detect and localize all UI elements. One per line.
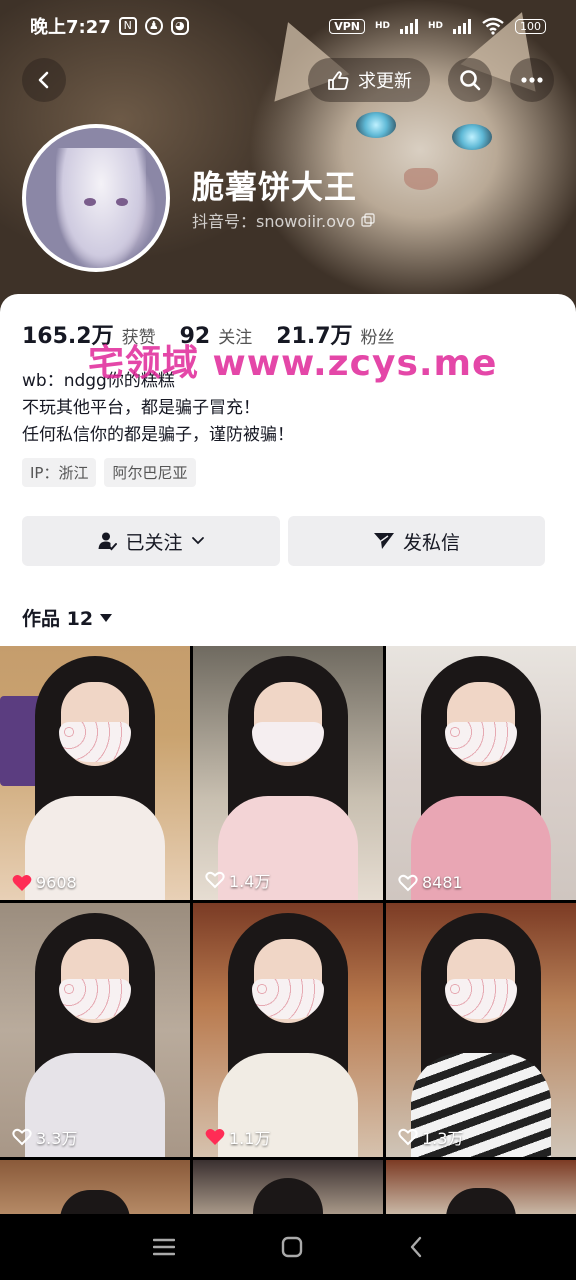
status-time: 晚上7:27: [30, 17, 111, 38]
thumbnail-person: [411, 656, 551, 900]
video-thumbnail[interactable]: 9608: [0, 646, 190, 900]
top-nav: 求更新: [0, 56, 576, 104]
copy-icon[interactable]: [361, 213, 375, 227]
heart-filled-icon: [205, 1129, 225, 1145]
heart-outline-icon: [205, 871, 225, 889]
video-thumbnail[interactable]: 8481: [386, 646, 576, 900]
hd-label: HD: [427, 21, 443, 31]
video-likes-count: 1.4万: [229, 872, 271, 891]
pig-app-icon: ◕: [170, 17, 189, 35]
search-icon: [460, 70, 481, 91]
video-thumbnail[interactable]: [193, 1160, 383, 1214]
wifi-icon: [482, 17, 504, 35]
user-check-icon: [98, 532, 118, 551]
send-message-button[interactable]: 发私信: [288, 516, 545, 566]
followed-button[interactable]: 已关注: [22, 516, 280, 566]
works-tab-label: 作品 12: [22, 608, 94, 630]
cover-cat-eye: [452, 124, 492, 150]
request-update-button[interactable]: 求更新: [308, 58, 430, 102]
thumbnail-person: [218, 913, 358, 1157]
video-likes: 8481: [398, 873, 463, 892]
qq-icon: ♟: [144, 17, 163, 35]
back-nav-icon[interactable]: [409, 1236, 423, 1258]
menu-icon[interactable]: [153, 1238, 175, 1256]
chevron-down-icon: [191, 537, 204, 545]
caret-down-icon: [100, 613, 113, 622]
status-bar: 晚上7:27 N ♟ ◕ VPN HD HD 100: [0, 0, 576, 52]
request-update-label: 求更新: [358, 71, 412, 92]
send-message-label: 发私信: [402, 531, 460, 554]
nfc-icon: N: [118, 17, 137, 35]
nickname: 脆薯饼大王: [192, 168, 358, 206]
avatar[interactable]: [22, 124, 170, 272]
send-plane-icon: [373, 533, 394, 549]
signal-icon: [453, 18, 471, 34]
search-button[interactable]: [448, 58, 492, 102]
ip-location-tag: IP：浙江: [22, 458, 97, 487]
bio-line: 不玩其他平台，都是骗子冒充！: [22, 398, 260, 418]
hd-label: HD: [374, 21, 390, 31]
thumbnail-hair: [60, 1190, 130, 1214]
heart-outline-icon: [398, 874, 418, 891]
heart-outline-icon: [398, 1128, 418, 1146]
video-thumbnail[interactable]: 1.4万: [193, 646, 383, 900]
thumbnail-person: [25, 913, 165, 1157]
avatar-eye: [116, 198, 128, 206]
video-thumbnail[interactable]: 1.3万: [386, 903, 576, 1157]
followed-label: 已关注: [125, 531, 183, 554]
profile-tags: IP：浙江 阿尔巴尼亚: [22, 458, 196, 487]
cover-cat-eye: [356, 112, 396, 138]
video-likes-count: 1.1万: [229, 1129, 271, 1148]
video-likes-count: 8481: [422, 873, 463, 892]
video-likes: 1.4万: [205, 868, 270, 892]
region-tag[interactable]: 阿尔巴尼亚: [104, 458, 196, 487]
video-thumbnail[interactable]: 1.1万: [193, 903, 383, 1157]
signal-icon: [399, 18, 418, 34]
system-nav-bar: [0, 1214, 576, 1280]
thumbnail-person: [218, 656, 358, 900]
avatar-hair: [56, 148, 146, 268]
more-button[interactable]: [510, 58, 554, 102]
battery-icon: 100: [515, 18, 546, 34]
video-thumbnail[interactable]: 3.3万: [0, 903, 190, 1157]
video-grid: 9608 1.4万 8481 3.3万 1.1万 1.3万: [0, 646, 576, 1214]
tab-works[interactable]: 作品 12: [22, 604, 113, 631]
more-dots-icon: [521, 77, 543, 83]
video-thumbnail[interactable]: [0, 1160, 190, 1214]
watermark-text: 宅领域 www.zcys.me: [88, 343, 498, 384]
heart-filled-icon: [12, 874, 32, 891]
video-likes: 3.3万: [12, 1125, 77, 1149]
vpn-icon: VPN: [329, 18, 365, 34]
video-thumbnail[interactable]: [386, 1160, 576, 1214]
home-icon[interactable]: [281, 1236, 303, 1258]
heart-outline-icon: [12, 1128, 32, 1146]
video-likes-count: 9608: [36, 873, 77, 892]
pointing-hand-icon: [328, 71, 349, 90]
thumbnail-hair: [446, 1188, 516, 1214]
bio-line: 任何私信你的都是骗子，谨防被骗！: [22, 425, 294, 445]
back-arrow-icon: [38, 71, 49, 89]
video-likes: 9608: [12, 873, 77, 892]
video-likes: 1.3万: [398, 1125, 463, 1149]
thumbnail-person: [411, 913, 551, 1157]
cover-cat-nose: [404, 168, 438, 190]
douyin-id-text: 抖音号：snowoiir.ovo: [192, 212, 356, 231]
douyin-id[interactable]: 抖音号：snowoiir.ovo: [192, 208, 375, 232]
back-button[interactable]: [22, 58, 66, 102]
thumbnail-hair: [253, 1178, 323, 1214]
video-likes: 1.1万: [205, 1125, 270, 1149]
thumbnail-person: [25, 656, 165, 900]
avatar-eye: [84, 198, 96, 206]
video-likes-count: 1.3万: [422, 1129, 464, 1148]
video-likes-count: 3.3万: [36, 1129, 78, 1148]
